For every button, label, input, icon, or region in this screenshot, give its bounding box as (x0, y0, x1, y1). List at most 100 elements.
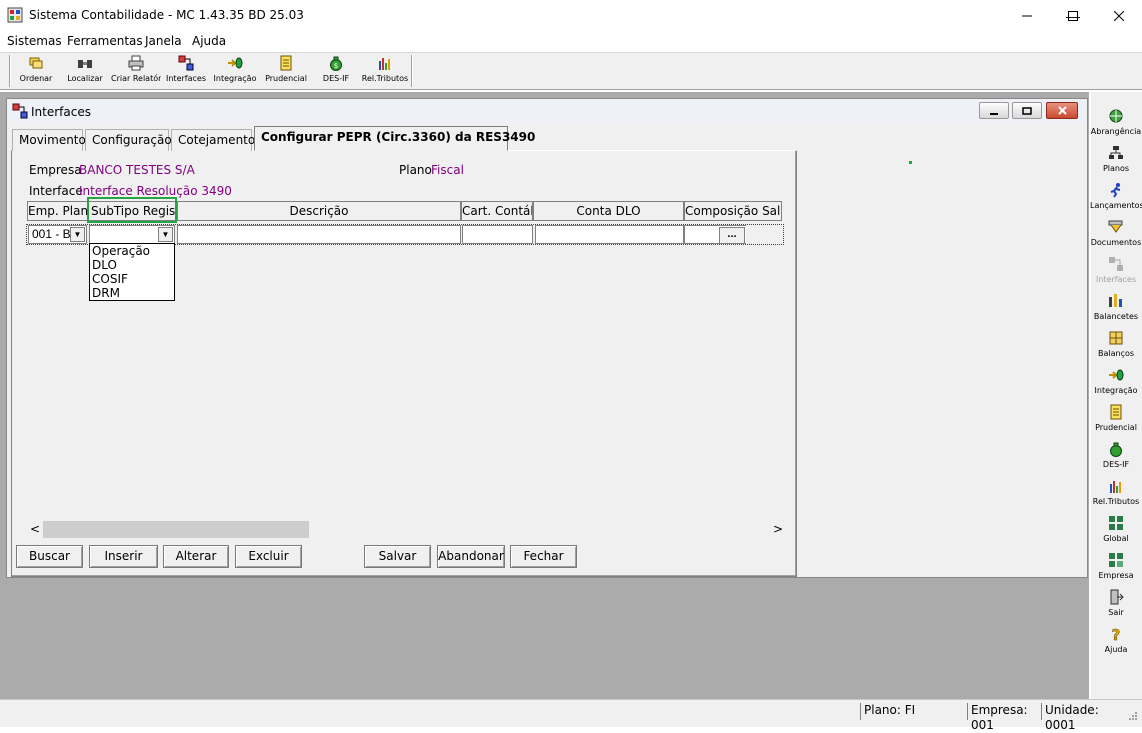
tab-movimento[interactable]: Movimento (12, 129, 86, 151)
toolbar-integracao-button[interactable]: Integração (212, 55, 258, 89)
child-restore-button[interactable] (1012, 102, 1042, 119)
interface-label: Interface (29, 184, 83, 198)
close-icon (1114, 10, 1124, 21)
close-icon (1057, 106, 1067, 115)
sidebar-item-lan-amentos[interactable]: Lançamentos (1090, 178, 1142, 215)
sidebar-item-label: Integração (1094, 386, 1138, 395)
close-window-button[interactable] (1096, 0, 1142, 31)
scroll-right-arrow[interactable]: > (773, 522, 783, 536)
resize-grip-icon[interactable] (1124, 709, 1138, 723)
sidebar-item-global[interactable]: Global (1090, 511, 1142, 548)
menu-ajuda[interactable]: Ajuda (192, 34, 226, 48)
toolbar-ordenar-button[interactable]: Ordenar (13, 55, 59, 89)
sidebar-item-ajuda[interactable]: ? Ajuda (1090, 622, 1142, 659)
interfaces-window-title: Interfaces (31, 105, 91, 119)
toolbar-localizar-button[interactable]: Localizar (62, 55, 108, 89)
tree-icon (1109, 146, 1123, 159)
bar-chart-icon (379, 58, 390, 70)
col-header-conta-dlo[interactable]: Conta DLO (533, 201, 684, 221)
maximize-icon (1068, 10, 1078, 21)
documents-icon (1108, 220, 1123, 233)
toolbar-rel-tributos-button[interactable]: Rel.Tributos (360, 55, 410, 89)
maximize-window-button[interactable] (1050, 0, 1096, 31)
integration-icon (228, 57, 243, 69)
emp-plano-combo[interactable]: 001 - BA ▼ (28, 225, 87, 244)
subtipo-highlight-box (87, 197, 177, 223)
sidebar-item-label: Documentos (1090, 238, 1142, 247)
dropdown-option-operacao[interactable]: Operação (90, 244, 174, 258)
buscar-button[interactable]: Buscar (16, 545, 83, 568)
sidebar-item-prudencial[interactable]: Prudencial (1090, 400, 1142, 437)
cart-contabil-cell[interactable] (462, 225, 533, 244)
sidebar-item-documentos[interactable]: Documentos (1090, 215, 1142, 252)
sidebar-item-label: Balancetes (1093, 312, 1139, 321)
minimize-window-button[interactable] (1004, 0, 1050, 31)
salvar-button[interactable]: Salvar (364, 545, 431, 568)
sidebar-item-planos[interactable]: Planos (1090, 141, 1142, 178)
sidebar-item-des-if[interactable]: DES-IF (1090, 437, 1142, 474)
empresa-value: BANCO TESTES S/A (79, 163, 195, 177)
sidebar-item-label: DES-IF (1102, 460, 1130, 469)
child-close-button[interactable] (1046, 102, 1078, 119)
dropdown-option-cosif[interactable]: COSIF (90, 272, 174, 286)
money-bag-icon (1110, 442, 1122, 457)
sort-icon (29, 57, 43, 69)
sidebar-item-label: Balanços (1097, 349, 1135, 358)
dropdown-option-drm[interactable]: DRM (90, 286, 174, 300)
sidebar-item-abrang-ncia[interactable]: Abrangência (1090, 104, 1142, 141)
fechar-button[interactable]: Fechar (510, 545, 577, 568)
grid-icon (1109, 516, 1123, 530)
chevron-down-icon[interactable]: ▼ (158, 227, 173, 242)
sidebar-item-sair[interactable]: Sair (1090, 585, 1142, 622)
sidebar-item-label: Lançamentos (1090, 201, 1142, 210)
bar-chart-icon (1110, 481, 1121, 493)
excluir-button[interactable]: Excluir (235, 545, 302, 568)
subtipo-registro-combo[interactable]: ▼ (89, 225, 175, 244)
sidebar-item-label: Global (1103, 534, 1129, 543)
alterar-button[interactable]: Alterar (163, 545, 229, 568)
toolbar-desif-button[interactable]: $ DES-IF (313, 55, 359, 89)
building-icon (1109, 553, 1123, 567)
plano-value: Fiscal (431, 163, 464, 177)
col-header-emp-plano[interactable]: Emp. Plano (27, 201, 88, 221)
abandonar-button[interactable]: Abandonar (437, 545, 505, 568)
sidebar-item-label: Interfaces (1096, 275, 1136, 284)
scale-icon (1109, 331, 1123, 345)
sidebar-item-interfaces: Interfaces (1090, 252, 1142, 289)
menu-sistemas[interactable]: Sistemas (7, 34, 62, 48)
inserir-button[interactable]: Inserir (89, 545, 158, 568)
child-minimize-button[interactable] (979, 102, 1009, 119)
ledger-icon (280, 55, 292, 71)
sidebar-item-empresa[interactable]: Empresa (1090, 548, 1142, 585)
status-plano: Plano: FI (860, 703, 965, 720)
interfaces-icon (178, 55, 194, 71)
sidebar-item-label: Rel.Tributos (1092, 497, 1140, 506)
sidebar-item-label: Abrangência (1090, 127, 1142, 136)
scrollbar-thumb[interactable] (43, 521, 309, 538)
toolbar-prudencial-button[interactable]: Prudencial (261, 55, 311, 89)
toolbar-separator (411, 55, 413, 87)
tab-configuracao[interactable]: Configuração (85, 129, 172, 151)
col-header-composicao-saldo[interactable]: Composição Saldo (684, 201, 782, 221)
chevron-down-icon[interactable]: ▼ (70, 227, 85, 242)
sidebar-item-integra-o[interactable]: Integração (1090, 363, 1142, 400)
menu-janela[interactable]: Janela (145, 34, 182, 48)
toolbar-criar-relatorio-button[interactable]: Criar Relatório (111, 55, 161, 89)
dropdown-option-dlo[interactable]: DLO (90, 258, 174, 272)
status-empresa: Empresa: 001 (967, 703, 1039, 732)
sidebar-item-rel-tributos[interactable]: Rel.Tributos (1090, 474, 1142, 511)
printer-icon (128, 55, 144, 71)
conta-dlo-cell[interactable] (535, 225, 684, 244)
menu-ferramentas[interactable]: Ferramentas (67, 34, 143, 48)
sidebar-item-label: Empresa (1098, 571, 1134, 580)
tab-cotejamento[interactable]: Cotejamento (171, 129, 255, 151)
tab-configurar-pepr[interactable]: Configurar PEPR (Circ.3360) da RES3490 (254, 126, 535, 151)
scroll-left-arrow[interactable]: < (30, 522, 40, 536)
toolbar-interfaces-button[interactable]: Interfaces (163, 55, 209, 89)
sidebar-item-balancetes[interactable]: Balancetes (1090, 289, 1142, 326)
descricao-cell[interactable] (177, 225, 461, 244)
col-header-cart-contabil[interactable]: Cart. Contábil (461, 201, 533, 221)
sidebar-item-balan-os[interactable]: Balanços (1090, 326, 1142, 363)
col-header-descricao[interactable]: Descrição (177, 201, 461, 221)
composicao-saldo-ellipsis-button[interactable]: ... (719, 227, 745, 244)
